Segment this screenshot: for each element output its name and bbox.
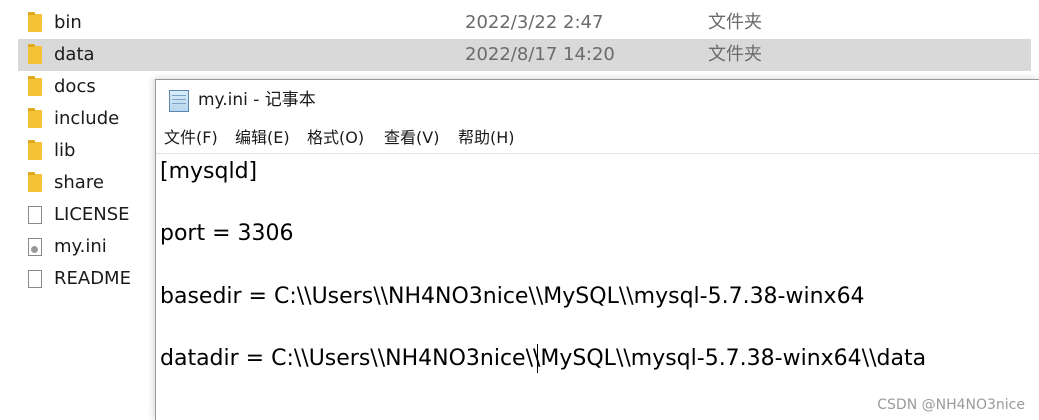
folder-icon bbox=[28, 108, 42, 128]
title-bar[interactable]: my.ini - 记事本 bbox=[156, 80, 1039, 120]
file-type: 文件夹 bbox=[708, 12, 762, 33]
menu-edit[interactable]: 编辑(E) bbox=[235, 128, 290, 148]
editor-line: [mysqld] bbox=[160, 159, 258, 184]
text-caret bbox=[537, 344, 538, 373]
editor-line: basedir = C:\\Users\\NH4NO3nice\\MySQL\\… bbox=[160, 284, 865, 309]
editor-line: port = 3306 bbox=[160, 221, 294, 246]
file-name: README bbox=[54, 268, 131, 289]
file-name: lib bbox=[54, 140, 76, 161]
file-row-data[interactable]: data 2022/8/17 14:20 文件夹 bbox=[18, 39, 1031, 71]
editor-line: datadir = C:\\Users\\NH4NO3nice\\MySQL\\… bbox=[160, 346, 927, 371]
menu-help[interactable]: 帮助(H) bbox=[458, 128, 515, 148]
document-icon bbox=[28, 206, 42, 224]
file-date: 2022/3/22 2:47 bbox=[465, 12, 604, 33]
text-editor[interactable]: [mysqld] port = 3306 basedir = C:\\Users… bbox=[156, 153, 1039, 420]
file-name: data bbox=[54, 44, 95, 65]
folder-icon bbox=[28, 172, 42, 192]
menu-view[interactable]: 查看(V) bbox=[384, 128, 439, 148]
folder-icon bbox=[28, 12, 42, 32]
menu-file[interactable]: 文件(F) bbox=[164, 128, 218, 148]
file-name: include bbox=[54, 108, 120, 129]
folder-icon bbox=[28, 44, 42, 64]
notepad-icon bbox=[169, 90, 189, 112]
file-name: bin bbox=[54, 12, 82, 33]
menu-format[interactable]: 格式(O) bbox=[307, 128, 364, 148]
file-date: 2022/8/17 14:20 bbox=[465, 44, 615, 65]
folder-icon bbox=[28, 76, 42, 96]
file-name: my.ini bbox=[54, 236, 107, 257]
config-file-icon bbox=[28, 238, 42, 256]
menu-bar: 文件(F) 编辑(E) 格式(O) 查看(V) 帮助(H) bbox=[156, 124, 1039, 152]
file-name: docs bbox=[54, 76, 96, 97]
file-row-bin[interactable]: bin 2022/3/22 2:47 文件夹 bbox=[18, 7, 1031, 39]
notepad-window[interactable]: my.ini - 记事本 文件(F) 编辑(E) 格式(O) 查看(V) 帮助(… bbox=[155, 79, 1039, 420]
watermark: CSDN @NH4NO3nice bbox=[877, 397, 1025, 413]
file-name: LICENSE bbox=[54, 204, 130, 225]
folder-icon bbox=[28, 140, 42, 160]
document-icon bbox=[28, 270, 42, 288]
file-type: 文件夹 bbox=[708, 44, 762, 65]
window-title: my.ini - 记事本 bbox=[198, 90, 316, 110]
file-name: share bbox=[54, 172, 104, 193]
